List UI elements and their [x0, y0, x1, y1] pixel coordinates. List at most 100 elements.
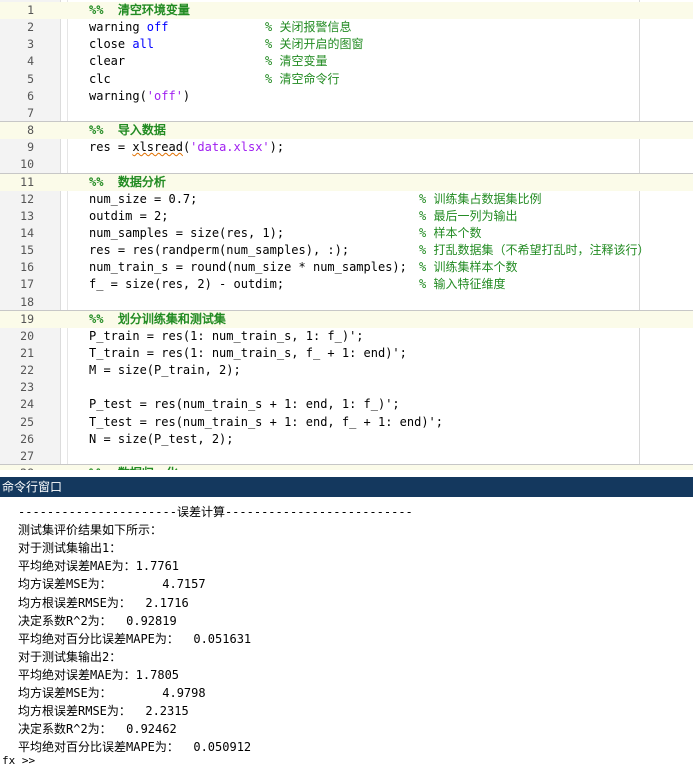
- command-window[interactable]: ----------------------误差计算--------------…: [0, 497, 693, 766]
- code-text: clear: [89, 54, 126, 69]
- code-text: T_test = res(num_train_s + 1: end, f_ + …: [89, 414, 444, 429]
- code-text: f_ = size(res, 2) - outdim;: [89, 277, 285, 292]
- command-prompt[interactable]: fx >>: [2, 755, 35, 766]
- inline-comment: % 最后一列为输出: [419, 208, 518, 223]
- editor-line-12[interactable]: 12 num_size = 0.7; % 训练集占数据集比例: [0, 191, 693, 208]
- inline-comment: % 训练集样本个数: [419, 260, 518, 275]
- editor-line-3[interactable]: 3 close all % 关闭开启的图窗: [0, 36, 693, 53]
- line-number: 22: [20, 363, 34, 378]
- editor-line-18[interactable]: 18: [0, 294, 693, 311]
- output-line: 决定系数R^2为： 0.92819: [18, 613, 177, 628]
- line-number: 16: [20, 260, 34, 275]
- output-line: 均方误差MSE为： 4.7157: [18, 577, 206, 592]
- code-text: close all: [89, 37, 155, 52]
- code-text: warning off: [89, 20, 169, 35]
- output-line: ----------------------误差计算--------------…: [18, 505, 413, 519]
- code-text: num_size = 0.7;: [89, 191, 198, 206]
- editor-line-8[interactable]: 8 %% 导入数据: [0, 122, 693, 140]
- editor-line-1[interactable]: 1 %% 清空环境变量: [0, 2, 693, 19]
- inline-comment: % 清空变量: [265, 54, 328, 69]
- inline-comment: % 输入特征维度: [419, 277, 506, 292]
- line-number: 11: [20, 174, 34, 189]
- line-number: 23: [20, 380, 34, 395]
- editor-line-10[interactable]: 10: [0, 156, 693, 173]
- output-line: 均方误差MSE为： 4.9798: [18, 686, 206, 700]
- line-number: 17: [20, 277, 34, 292]
- line-number: 12: [20, 191, 34, 206]
- editor-line-21[interactable]: 21 T_train = res(1: num_train_s, f_ + 1: …: [0, 345, 693, 362]
- section-header: %% 划分训练集和测试集: [89, 311, 226, 326]
- editor-line-24[interactable]: 24 P_test = res(num_train_s + 1: end, 1: …: [0, 396, 693, 413]
- line-number: 20: [20, 328, 34, 343]
- editor-line-23[interactable]: 23: [0, 379, 693, 396]
- editor-line-28[interactable]: 28 %% 数据归一化: [0, 465, 693, 470]
- section-header: %% 导入数据: [89, 123, 166, 138]
- editor-line-26[interactable]: 26 N = size(P_test, 2);: [0, 431, 693, 448]
- line-number: 27: [20, 448, 34, 463]
- editor-line-22[interactable]: 22 M = size(P_train, 2);: [0, 362, 693, 379]
- editor-line-14[interactable]: 14 num_samples = size(res, 1); % 样本个数: [0, 225, 693, 242]
- line-number: 4: [27, 54, 34, 69]
- code-text: warning('off'): [89, 88, 191, 103]
- inline-comment: % 打乱数据集（不希望打乱时，注释该行）: [419, 243, 650, 258]
- inline-comment: % 训练集占数据集比例: [419, 191, 542, 206]
- output-line: 平均绝对百分比误差MAPE为： 0.051631: [18, 631, 252, 646]
- editor-line-7[interactable]: 7: [0, 105, 693, 122]
- code-text: res = res(randperm(num_samples), :);: [89, 243, 350, 258]
- editor-line-17[interactable]: 17 f_ = size(res, 2) - outdim; % 输入特征维度: [0, 276, 693, 293]
- section-divider-gutter: [0, 309, 60, 311]
- editor-line-27[interactable]: 27: [0, 448, 693, 465]
- output-line: 均方根误差RMSE为： 2.1716: [18, 595, 189, 610]
- output-line: 平均绝对误差MAE为：1.7805: [18, 667, 180, 682]
- line-number: 7: [27, 105, 34, 120]
- code-text: P_test = res(num_train_s + 1: end, 1: f_…: [89, 397, 400, 412]
- editor-line-2[interactable]: 2 warning off % 关闭报警信息: [0, 19, 693, 36]
- section-header: %% 数据分析: [89, 174, 166, 189]
- editor-line-11[interactable]: 11 %% 数据分析: [0, 173, 693, 191]
- code-text: N = size(P_test, 2);: [89, 431, 234, 446]
- editor-line-6[interactable]: 6 warning('off'): [0, 88, 693, 105]
- output-line: 对于测试集输出1：: [18, 541, 122, 556]
- output-line: 平均绝对百分比误差MAPE为： 0.050912: [18, 740, 252, 755]
- line-number: 26: [20, 431, 34, 446]
- editor-line-9[interactable]: 9 res = xlsread('data.xlsx');: [0, 139, 693, 156]
- code-text: T_train = res(1: num_train_s, f_ + 1: en…: [89, 346, 407, 360]
- section-divider-gutter: [0, 464, 60, 466]
- output-line: 对于测试集输出2：: [18, 649, 122, 664]
- line-number: 10: [20, 157, 34, 172]
- editor-line-15[interactable]: 15 res = res(randperm(num_samples), :); % …: [0, 242, 693, 259]
- line-number: 2: [27, 20, 34, 35]
- inline-comment: % 关闭报警信息: [265, 20, 352, 35]
- section-header: %% 数据归一化: [89, 465, 178, 470]
- section-header: %% 清空环境变量: [89, 3, 190, 17]
- line-number: 28: [0, 465, 34, 470]
- section-divider: [60, 309, 693, 311]
- line-number: 13: [20, 208, 34, 223]
- section-divider: [60, 172, 693, 174]
- editor-line-4[interactable]: 4 clear % 清空变量: [0, 53, 693, 70]
- editor-line-16[interactable]: 16 num_train_s = round(num_size * num_sam…: [0, 259, 693, 276]
- output-line: 平均绝对误差MAE为：1.7761: [18, 559, 180, 574]
- code-editor[interactable]: 1 %% 清空环境变量 2 warning off % 关闭报警信息 3 close all…: [0, 0, 693, 470]
- inline-comment: % 样本个数: [419, 225, 482, 240]
- line-number: 6: [27, 88, 34, 103]
- editor-line-25[interactable]: 25 T_test = res(num_train_s + 1: end, f_ …: [0, 414, 693, 431]
- output-line: 均方根误差RMSE为： 2.2315: [18, 704, 189, 719]
- inline-comment: % 清空命令行: [265, 71, 340, 86]
- editor-line-13[interactable]: 13 outdim = 2; % 最后一列为输出: [0, 208, 693, 225]
- editor-line-5[interactable]: 5 clc % 清空命令行: [0, 71, 693, 88]
- editor-line-20[interactable]: 20 P_train = res(1: num_train_s, 1: f_)';: [0, 328, 693, 345]
- section-divider-gutter: [0, 121, 60, 123]
- line-number: 25: [20, 414, 34, 429]
- code-text: M = size(P_train, 2);: [89, 363, 241, 378]
- section-divider: [60, 464, 693, 466]
- command-window-title-bar: 命令行窗口: [0, 477, 693, 497]
- code-text: outdim = 2;: [89, 208, 169, 223]
- command-window-title: 命令行窗口: [2, 480, 63, 494]
- output-line: 测试集评价结果如下所示：: [18, 523, 163, 538]
- inline-comment: % 关闭开启的图窗: [265, 37, 364, 52]
- line-number: 1: [27, 3, 34, 17]
- line-number: 14: [20, 225, 34, 240]
- editor-line-19[interactable]: 19 %% 划分训练集和测试集: [0, 310, 693, 328]
- code-text: res = xlsread('data.xlsx');: [89, 140, 285, 155]
